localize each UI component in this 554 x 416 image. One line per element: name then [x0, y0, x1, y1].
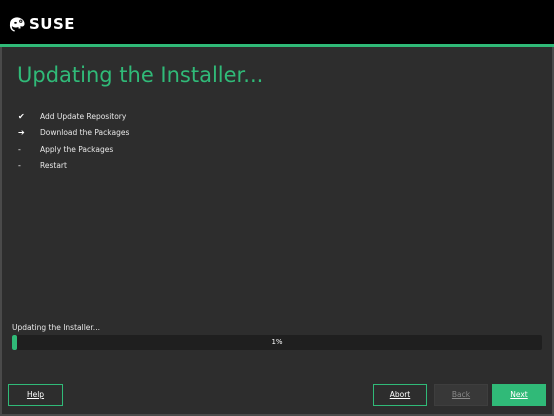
progress-percent-text: 1% [271, 338, 283, 346]
header-bar: SUSE [0, 0, 554, 47]
step-label: Restart [40, 161, 67, 171]
step-item-restart: - Restart [16, 158, 129, 175]
suse-chameleon-icon [8, 16, 26, 32]
suse-logo: SUSE [8, 12, 75, 36]
dash-icon: - [18, 161, 21, 171]
abort-button[interactable]: Abort [373, 384, 427, 406]
step-item-add-update-repository: ✔ Add Update Repository [16, 108, 129, 125]
step-list: ✔ Add Update Repository ➔ Download the P… [16, 108, 129, 174]
arrow-right-icon: ➔ [18, 128, 25, 138]
dash-icon: - [18, 144, 21, 154]
main-content: Updating the Installer... ✔ Add Update R… [0, 47, 554, 416]
progress-label: Updating the Installer... [12, 323, 100, 332]
step-label: Apply the Packages [40, 144, 114, 154]
help-button[interactable]: Help [8, 384, 63, 406]
step-label: Download the Packages [40, 128, 130, 138]
step-item-apply-the-packages: - Apply the Packages [16, 141, 129, 158]
step-item-download-the-packages: ➔ Download the Packages [16, 125, 129, 142]
page-title: Updating the Installer... [17, 63, 264, 87]
next-button[interactable]: Next [492, 384, 546, 406]
progress-bar: 1% [12, 335, 542, 350]
checkmark-icon: ✔ [18, 111, 25, 121]
back-button[interactable]: Back [434, 384, 488, 406]
suse-wordmark: SUSE [29, 15, 76, 33]
step-label: Add Update Repository [40, 111, 127, 121]
